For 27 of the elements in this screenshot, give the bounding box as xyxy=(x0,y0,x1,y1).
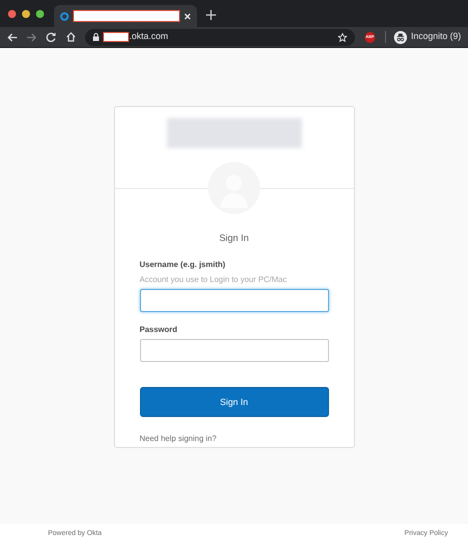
ring-icon xyxy=(60,12,69,20)
input-field[interactable] xyxy=(140,289,328,312)
profile-chip[interactable]: Incognito (9) xyxy=(394,30,462,44)
minimize-window-icon[interactable] xyxy=(22,10,30,18)
browser-tab[interactable] xyxy=(54,5,197,27)
address-bar[interactable]: .okta.com xyxy=(85,28,355,46)
reload-icon[interactable] xyxy=(46,32,56,42)
field-label: Password xyxy=(140,324,178,336)
back-arrow-icon[interactable] xyxy=(7,32,17,42)
home-icon[interactable] xyxy=(66,32,76,42)
help-link[interactable]: Need help signing in? xyxy=(140,433,216,446)
forward-arrow-icon[interactable] xyxy=(26,32,36,42)
close-icon[interactable] xyxy=(184,12,191,20)
maximize-window-icon[interactable] xyxy=(36,10,44,18)
star-icon[interactable] xyxy=(338,32,347,42)
input-field[interactable] xyxy=(140,339,328,362)
lock-icon xyxy=(93,33,100,41)
form-title: Sign In xyxy=(219,232,249,246)
profile-label: Incognito (9) xyxy=(410,30,462,44)
url-text: .okta.com xyxy=(129,30,168,44)
field-label: Username (e.g. jsmith) xyxy=(140,259,226,272)
redacted-box xyxy=(103,32,130,42)
incognito-icon xyxy=(394,30,407,44)
plus-icon[interactable] xyxy=(206,10,216,20)
close-window-icon[interactable] xyxy=(8,10,16,18)
sign-in-button[interactable]: Sign In xyxy=(140,387,328,418)
field-hint: Account you use to Login to your PC/Mac xyxy=(140,274,288,286)
